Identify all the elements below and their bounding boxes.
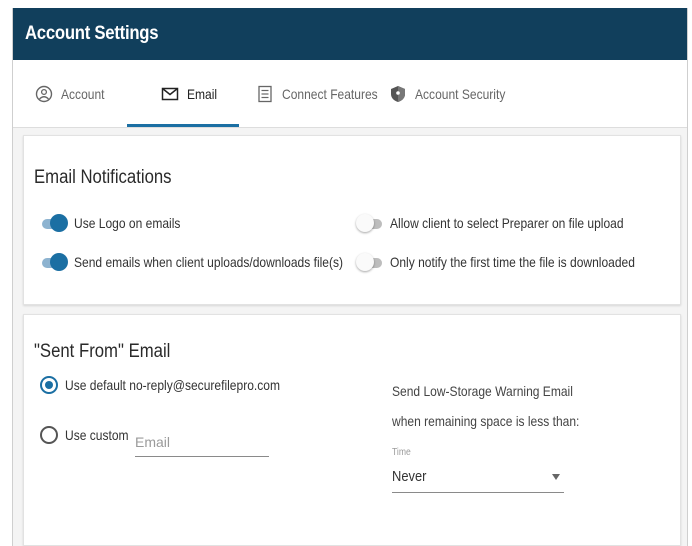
time-field-label: Time: [392, 447, 411, 458]
tab-email-label: Email: [187, 86, 218, 102]
tab-account-security[interactable]: Account Security: [389, 60, 520, 128]
radio-use-default[interactable]: Use default no-reply@securefilepro.com: [40, 376, 315, 394]
radio-use-custom-label: Use custom: [65, 427, 129, 443]
tab-connect-features[interactable]: Connect Features: [256, 60, 393, 128]
radio-button[interactable]: [40, 426, 58, 444]
settings-window: Account Settings Account Email Connect F…: [12, 8, 688, 546]
mail-icon: [161, 85, 179, 103]
tab-email[interactable]: Email: [161, 60, 222, 128]
low-storage-line2: when remaining space is less than:: [392, 413, 580, 429]
radio-button-checked[interactable]: [40, 376, 58, 394]
custom-email-input[interactable]: [135, 427, 269, 457]
radio-use-custom[interactable]: Use custom: [40, 426, 139, 444]
tab-account[interactable]: Account: [35, 60, 112, 128]
tab-bar: Account Email Connect Features Account S…: [13, 60, 687, 128]
toggle-use-logo-label: Use Logo on emails: [74, 215, 181, 231]
active-tab-indicator: [127, 124, 239, 127]
low-storage-line1: Send Low-Storage Warning Email: [392, 383, 573, 399]
toggle-notify-first-label: Only notify the first time the file is d…: [390, 254, 635, 270]
radio-use-default-label: Use default no-reply@securefilepro.com: [65, 377, 280, 393]
toggle-notify-first-download[interactable]: Only notify the first time the file is d…: [356, 252, 675, 272]
toggle-switch[interactable]: [356, 213, 382, 233]
toggle-send-emails-uploads[interactable]: Send emails when client uploads/download…: [40, 252, 387, 272]
sent-from-card: "Sent From" Email Use default no-reply@s…: [23, 314, 681, 546]
toggle-switch[interactable]: [356, 252, 382, 272]
toggle-switch[interactable]: [40, 213, 68, 233]
email-notifications-title: Email Notifications: [34, 167, 172, 188]
toggle-switch[interactable]: [40, 252, 68, 272]
toggle-allow-preparer-label: Allow client to select Preparer on file …: [390, 215, 624, 231]
header-bar: Account Settings: [13, 8, 687, 60]
caret-down-icon: [552, 473, 560, 480]
page-title: Account Settings: [25, 23, 159, 44]
email-notifications-card: Email Notifications Use Logo on emails S…: [23, 135, 681, 305]
time-select[interactable]: Never: [392, 461, 564, 493]
tab-connect-features-label: Connect Features: [282, 86, 378, 102]
toggle-allow-select-preparer[interactable]: Allow client to select Preparer on file …: [356, 213, 662, 233]
tab-account-security-label: Account Security: [415, 86, 506, 102]
tab-account-label: Account: [61, 86, 105, 102]
toggle-send-emails-label: Send emails when client uploads/download…: [74, 254, 344, 270]
time-select-value: Never: [392, 468, 427, 485]
toggle-use-logo[interactable]: Use Logo on emails: [40, 213, 198, 233]
shield-icon: [389, 85, 407, 103]
account-circle-icon: [35, 85, 53, 103]
list-icon: [256, 85, 274, 103]
sent-from-title: "Sent From" Email: [34, 341, 171, 362]
